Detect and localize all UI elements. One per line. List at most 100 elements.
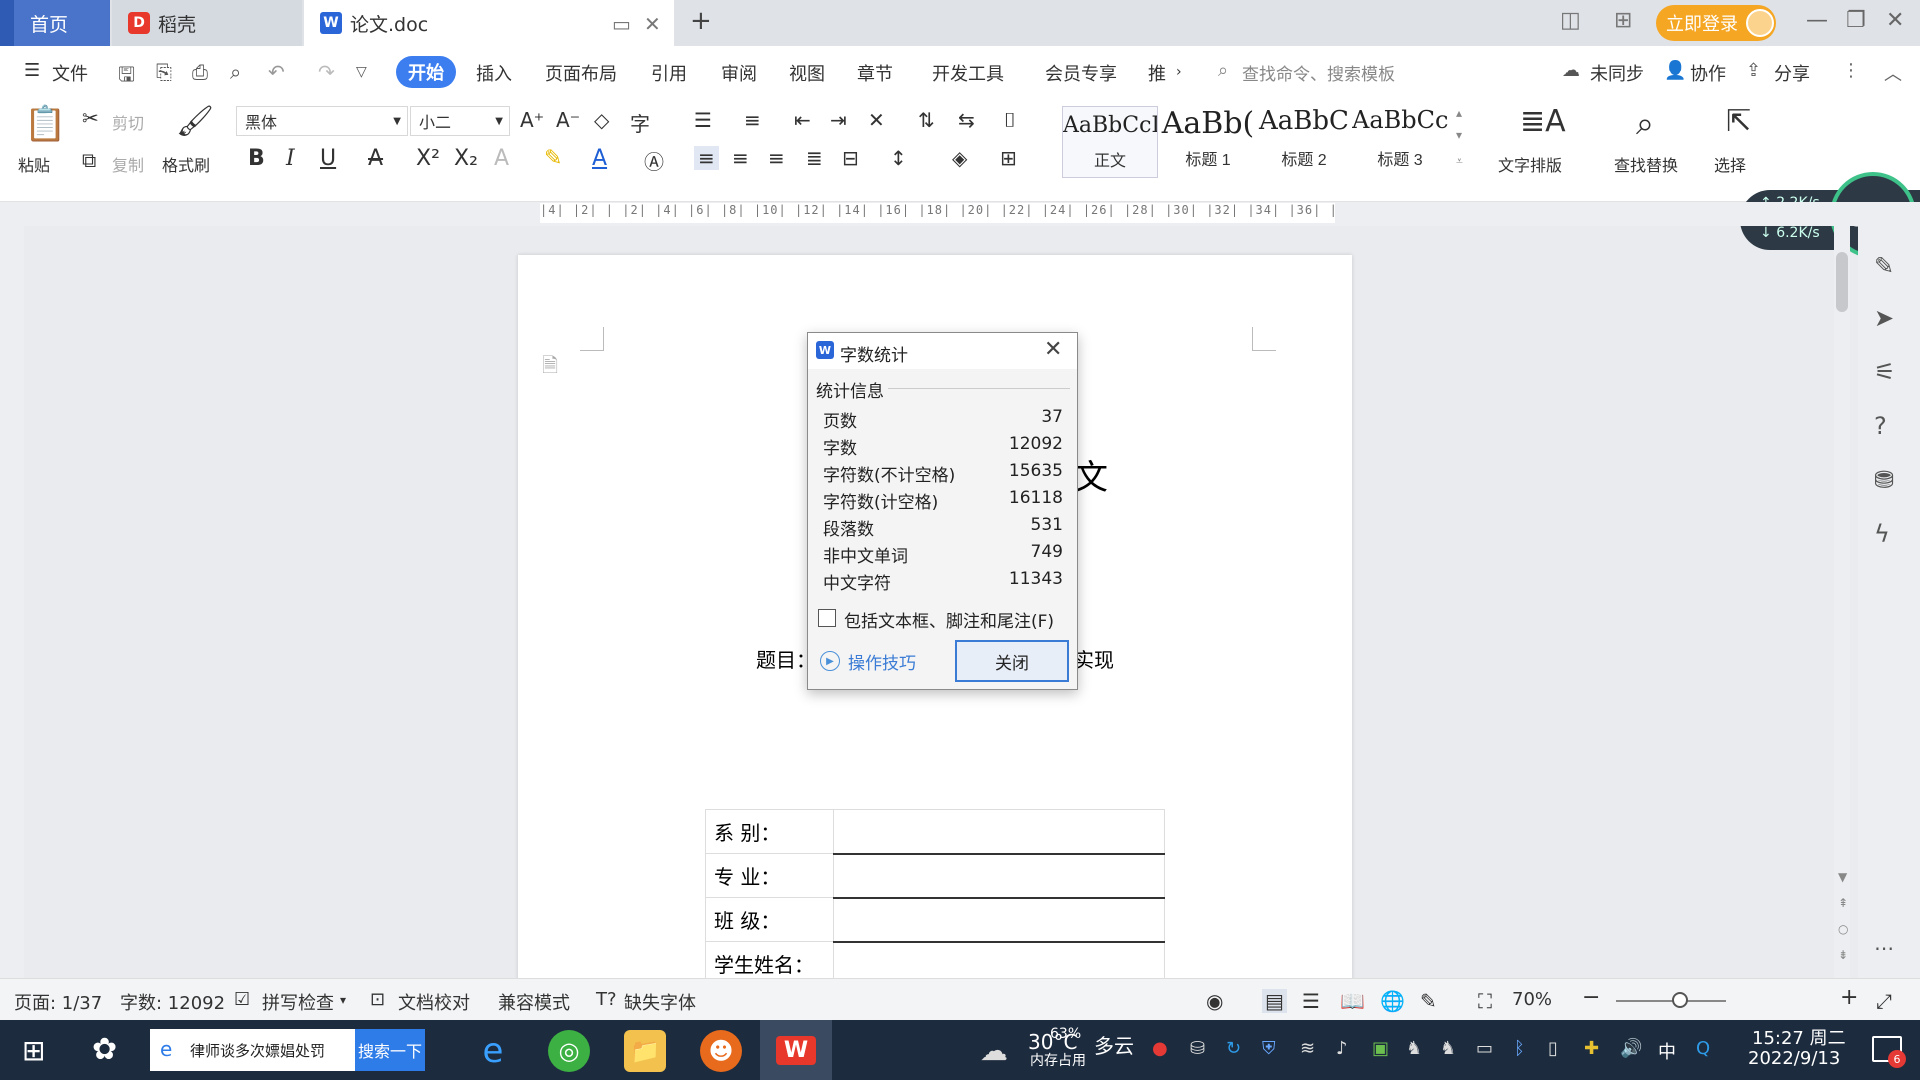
more-options-icon[interactable]: ⋮ (1842, 60, 1860, 81)
page-indicator[interactable]: 页面: 1/37 (14, 989, 102, 1015)
tray-shield-icon[interactable]: ⛨ (1262, 1038, 1276, 1059)
italic-icon[interactable]: I (286, 146, 295, 171)
tray-wifi-icon[interactable]: ≋ (1300, 1038, 1315, 1059)
close-button[interactable]: 关闭 (955, 640, 1069, 682)
include-textbox-label[interactable]: 包括文本框、脚注和尾注(F) (844, 607, 1054, 632)
justify-icon[interactable]: ≣ (806, 146, 823, 170)
select-button[interactable]: 选择 (1714, 152, 1746, 176)
cut-button[interactable]: 剪切 (112, 110, 144, 134)
borders-icon[interactable]: ⊞ (1000, 146, 1017, 170)
tray-ime-label[interactable]: 中 (1658, 1038, 1676, 1064)
decrease-indent-icon[interactable]: ⇤ (794, 108, 811, 132)
menu-tab-more[interactable]: 推 (1148, 60, 1166, 86)
play-tips-icon[interactable]: ▶ (820, 651, 840, 671)
word-count-indicator[interactable]: 字数: 12092 (120, 989, 225, 1015)
menu-tab-page-layout[interactable]: 页面布局 (545, 60, 617, 86)
include-textbox-checkbox[interactable] (818, 609, 836, 627)
restore-icon[interactable]: ❐ (1846, 8, 1866, 33)
chinese-layout-icon[interactable]: ✕ (868, 108, 885, 132)
subscript-icon[interactable]: X₂ (454, 146, 478, 171)
numbered-list-icon[interactable]: ≡ (744, 108, 761, 132)
tray-qq-icon[interactable]: ♞ (1406, 1038, 1422, 1059)
zoom-in-icon[interactable]: + (1840, 985, 1858, 1010)
backup-icon[interactable]: ⛃ (1874, 466, 1894, 494)
text-layout-icon[interactable]: ≣A (1520, 104, 1566, 139)
app-mascot-icon[interactable]: ☻ (700, 1030, 742, 1072)
fit-page-icon[interactable]: ⛶ (1478, 989, 1492, 1013)
clear-format-icon[interactable]: ◇ (594, 108, 609, 132)
style-heading-3[interactable]: AaBbCc 标题 3 (1352, 106, 1448, 178)
bullet-list-icon[interactable]: ☰ (694, 108, 712, 132)
char-border-icon[interactable]: Ⓐ (644, 146, 664, 175)
styles-scroll-down-icon[interactable]: ▾ (1456, 128, 1462, 142)
tips-link[interactable]: 操作技巧 (848, 649, 916, 674)
table-value-dept[interactable] (833, 809, 1165, 855)
help-icon[interactable]: ? (1874, 412, 1887, 440)
tray-gpu-icon[interactable]: ▣ (1372, 1038, 1389, 1059)
bold-icon[interactable]: B (248, 146, 265, 171)
missing-font-button[interactable]: 缺失字体 (624, 989, 696, 1015)
tray-usb-drive-icon[interactable]: ▯ (1548, 1038, 1558, 1059)
write-view-icon[interactable]: ✎ (1420, 989, 1437, 1013)
app-launcher-icon[interactable]: ✿ (92, 1032, 117, 1067)
tray-bluetooth-icon[interactable]: ᛒ (1514, 1038, 1525, 1059)
scrollbar-thumb[interactable] (1836, 252, 1848, 312)
ruler-scale[interactable]: |4| |2| | |2| |4| |6| |8| |10| |12| |14|… (540, 203, 1335, 223)
zoom-out-icon[interactable]: − (1582, 985, 1600, 1010)
table-value-major[interactable] (833, 853, 1165, 899)
sort-icon[interactable]: ⇅ (918, 108, 935, 132)
tab-close-icon[interactable]: ✕ (644, 12, 661, 36)
underline-icon[interactable]: U (320, 146, 336, 171)
tray-bell-icon[interactable]: ♪ (1336, 1038, 1348, 1059)
windows-start-icon[interactable]: ⊞ (22, 1034, 45, 1067)
grow-font-icon[interactable]: A⁺ (520, 108, 544, 132)
taskbar-search-input[interactable]: e 律师谈多次嫖娼处罚 (150, 1029, 355, 1071)
share-button[interactable]: 分享 (1774, 60, 1810, 86)
file-explorer-icon[interactable]: 📁 (624, 1030, 666, 1072)
doc-outline-icon[interactable]: 🗎 (542, 351, 558, 385)
distribute-icon[interactable]: ⊟ (842, 146, 859, 170)
find-replace-icon[interactable]: ⌕ (1636, 104, 1654, 143)
align-left-icon[interactable]: ≡ (694, 146, 719, 170)
menu-tab-developer[interactable]: 开发工具 (932, 60, 1004, 86)
command-search-input[interactable]: 查找命令、搜索模板 (1242, 60, 1395, 85)
tray-search-q-icon[interactable]: Q (1696, 1038, 1710, 1059)
tab-daoke[interactable]: D 稻壳 (112, 0, 302, 46)
copy-button[interactable]: 复制 (112, 152, 144, 176)
tab-document[interactable]: W 论文.doc ▭ ✕ (304, 0, 674, 46)
window-close-icon[interactable]: ✕ (1886, 8, 1904, 33)
customize-arrow-icon[interactable]: ▽ (356, 64, 367, 80)
copy-icon[interactable]: ⧉ (82, 148, 96, 172)
weather-desc[interactable]: 多云 (1094, 1030, 1134, 1059)
browser-360-icon[interactable]: ◎ (548, 1030, 590, 1072)
menu-tab-review[interactable]: 审阅 (721, 60, 757, 86)
login-button[interactable]: 立即登录 (1656, 5, 1776, 41)
undo-icon[interactable]: ↶ (268, 60, 285, 84)
export-pdf-icon[interactable]: ⎘ (156, 60, 172, 84)
tray-sync-icon[interactable]: ↻ (1226, 1038, 1241, 1059)
shrink-font-icon[interactable]: A⁻ (556, 108, 580, 132)
chevron-down-icon[interactable]: ▾ (340, 993, 346, 1007)
style-normal[interactable]: AaBbCcI 正文 (1062, 106, 1158, 178)
zoom-slider-track[interactable] (1616, 1000, 1726, 1002)
style-heading-2[interactable]: AaBbC 标题 2 (1256, 106, 1352, 178)
font-color-icon[interactable]: A (592, 146, 607, 171)
format-painter-button[interactable]: 格式刷 (162, 152, 210, 176)
cut-icon[interactable]: ✂ (82, 106, 99, 130)
tray-qq2-icon[interactable]: ♞ (1440, 1038, 1456, 1059)
text-layout-button[interactable]: 文字排版 (1498, 152, 1562, 176)
proofread-button[interactable]: 文档校对 (398, 989, 470, 1015)
tab-home[interactable]: 首页 (0, 0, 110, 46)
next-page-icon[interactable]: ⇟ (1838, 948, 1848, 962)
shading-icon[interactable]: ◈ (952, 146, 967, 170)
menu-more-arrow-icon[interactable]: › (1176, 64, 1182, 80)
text-direction-icon[interactable]: ⇆ (958, 108, 975, 132)
dialog-titlebar[interactable]: W 字数统计 ✕ (808, 333, 1077, 369)
menu-tab-member[interactable]: 会员专享 (1045, 60, 1117, 86)
menu-tab-references[interactable]: 引用 (651, 60, 687, 86)
tray-volume-icon[interactable]: 🔊 (1620, 1038, 1642, 1059)
clock-time[interactable]: 15:27 周二 (1752, 1024, 1846, 1050)
font-name-select[interactable]: 黑体 ▼ (236, 106, 408, 136)
edit-pen-icon[interactable]: ✎ (1874, 252, 1894, 280)
collab-button[interactable]: 协作 (1690, 60, 1726, 86)
